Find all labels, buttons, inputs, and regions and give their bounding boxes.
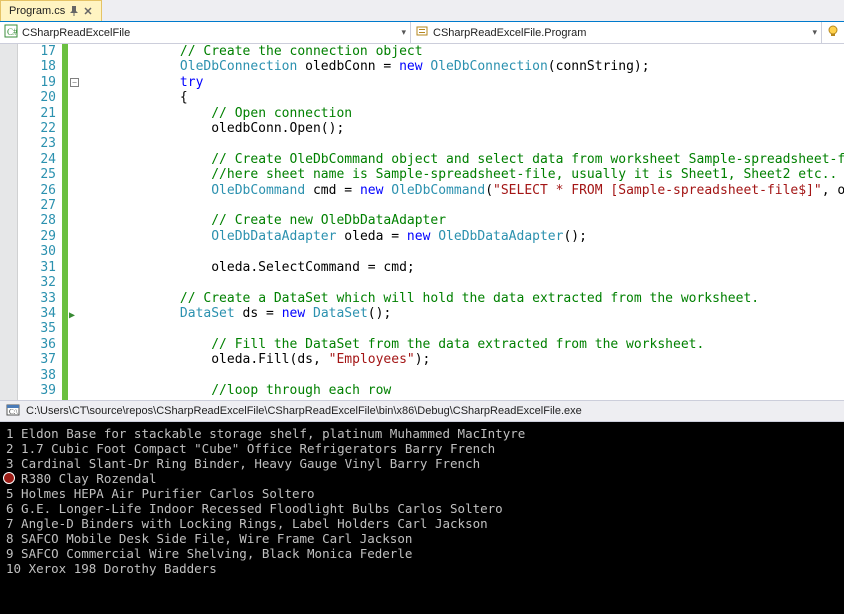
code-text-area[interactable]: // Create the connection object OleDbCon… [84,44,844,400]
output-window-header[interactable]: C:\ C:\Users\CT\source\repos\CSharpReadE… [0,400,844,422]
class-dropdown[interactable]: CSharpReadExcelFile.Program ▾ [411,22,822,43]
chevron-down-icon: ▾ [812,27,817,38]
console-output[interactable]: 1 Eldon Base for stackable storage shelf… [0,422,844,614]
outline-collapse-toggle[interactable]: − [70,78,79,87]
lightbulb-icon[interactable] [822,24,844,41]
breakpoint-marker[interactable] [3,472,15,484]
document-tab-bar: Program.cs [0,0,844,22]
output-path: C:\Users\CT\source\repos\CSharpReadExcel… [26,405,582,417]
run-to-line-glyph[interactable]: ▶ [69,308,75,323]
svg-text:C#: C# [7,27,18,37]
project-dropdown[interactable]: C# CSharpReadExcelFile ▾ [0,22,411,43]
line-number-gutter: 1718192021222324252627282930313233343536… [18,44,62,400]
method-icon [415,24,429,41]
console-app-icon: C:\ [6,403,20,420]
chevron-down-icon: ▾ [401,27,406,38]
svg-text:C:\: C:\ [9,408,18,416]
outline-gutter[interactable]: −▶ [68,44,84,400]
tab-title: Program.cs [9,5,65,17]
breakpoint-gutter[interactable] [0,44,18,400]
code-editor[interactable]: 1718192021222324252627282930313233343536… [0,44,844,400]
csharp-file-icon: C# [4,24,18,41]
navigation-bar: C# CSharpReadExcelFile ▾ CSharpReadExcel… [0,22,844,44]
project-dropdown-label: CSharpReadExcelFile [22,27,397,39]
class-dropdown-label: CSharpReadExcelFile.Program [433,27,808,39]
close-icon[interactable] [83,6,93,16]
pin-icon[interactable] [69,6,79,16]
document-tab-program-cs[interactable]: Program.cs [0,0,102,21]
